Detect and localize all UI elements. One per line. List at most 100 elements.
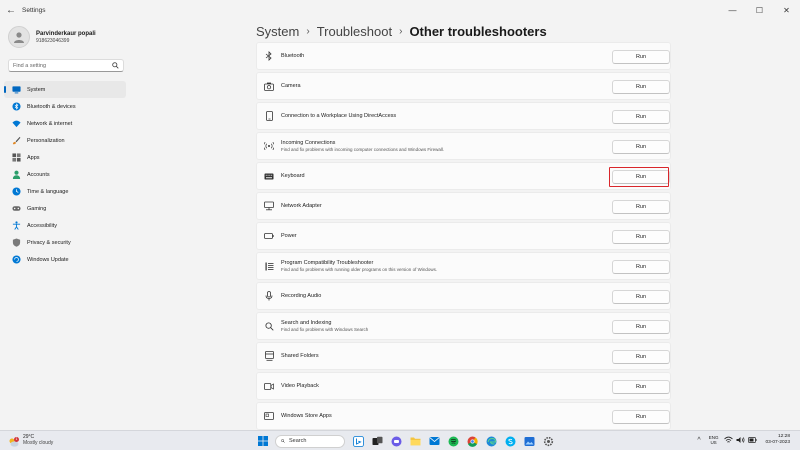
sidebar-item-label: Accounts <box>27 171 50 178</box>
person-icon <box>14 32 24 43</box>
sidebar-item-label: Time & language <box>27 188 69 195</box>
network-adapter-icon <box>264 201 274 211</box>
run-windows-store-apps-button[interactable]: Run <box>612 410 670 424</box>
bing-icon[interactable] <box>351 434 365 448</box>
store-icon <box>264 412 274 420</box>
user-profile[interactable]: Parvinderkaur popali 918623046399 <box>8 26 96 48</box>
taskbar-search[interactable] <box>275 434 345 448</box>
sidebar-item-system[interactable]: System <box>4 81 126 98</box>
maximize-button[interactable]: ☐ <box>746 0 773 20</box>
chrome-icon[interactable] <box>465 434 479 448</box>
mail-icon[interactable] <box>427 434 441 448</box>
sidebar-item-personalization[interactable]: Personalization <box>4 132 126 149</box>
troubleshooter-list: Bluetooth Run Camera Run Connection to a… <box>256 42 671 430</box>
run-camera-button[interactable]: Run <box>612 80 670 94</box>
search-input[interactable] <box>13 62 112 69</box>
list-icon <box>265 262 273 270</box>
profile-phone: 918623046399 <box>36 37 70 44</box>
edge-icon[interactable] <box>484 434 498 448</box>
search-icon <box>281 439 285 443</box>
wifi-status-icon[interactable] <box>724 436 734 445</box>
troubleshooter-row-search-indexing: Search and Indexing Find and fix problem… <box>256 312 671 340</box>
windows-start-icon[interactable] <box>256 434 270 448</box>
troubleshooter-row-power: Power Run <box>256 222 671 250</box>
globe-clock-icon <box>12 187 21 196</box>
close-button[interactable]: ✕ <box>773 0 800 20</box>
back-arrow-icon[interactable]: ← <box>0 5 22 16</box>
breadcrumb-system[interactable]: System <box>256 24 299 39</box>
camera-icon <box>264 82 274 91</box>
brush-icon <box>12 136 21 145</box>
sidebar-item-time-language[interactable]: Time & language <box>4 183 126 200</box>
sidebar: Parvinderkaur popali 918623046399 System… <box>0 20 130 430</box>
minimize-button[interactable]: — <box>719 0 746 20</box>
settings-gear-icon[interactable] <box>541 434 555 448</box>
sidebar-item-gaming[interactable]: Gaming <box>4 200 126 217</box>
troubleshooter-row-camera: Camera Run <box>256 72 671 100</box>
bluetooth-icon <box>12 102 21 111</box>
page-title: Other troubleshooters <box>409 24 547 39</box>
task-view-icon[interactable] <box>370 434 384 448</box>
sidebar-item-label: Personalization <box>27 137 65 144</box>
spotify-icon[interactable] <box>446 434 460 448</box>
monitor-icon <box>12 86 21 94</box>
sidebar-item-label: Network & internet <box>27 120 73 127</box>
clock[interactable]: 12:28 03-07-2023 <box>765 434 790 446</box>
run-incoming-connections-button[interactable]: Run <box>612 140 670 154</box>
skype-icon[interactable] <box>503 434 517 448</box>
sidebar-item-privacy-security[interactable]: Privacy & security <box>4 234 126 251</box>
run-bluetooth-button[interactable]: Run <box>612 50 670 64</box>
avatar <box>8 26 30 48</box>
microphone-icon <box>265 291 273 301</box>
wifi-icon <box>12 120 21 128</box>
clock-date: 03-07-2023 <box>765 440 790 445</box>
apps-icon <box>12 153 21 162</box>
language-indicator[interactable]: ENG US <box>709 435 719 446</box>
settings-search-box[interactable] <box>8 59 124 72</box>
troubleshooter-row-windows-store-apps: Windows Store Apps Run <box>256 402 671 430</box>
run-network-adapter-button[interactable]: Run <box>612 200 670 214</box>
window-title: Settings <box>22 6 46 14</box>
run-keyboard-button[interactable]: Run <box>612 170 670 184</box>
breadcrumb-troubleshoot[interactable]: Troubleshoot <box>317 24 392 39</box>
troubleshooter-row-incoming-connections: Incoming Connections Find and fix proble… <box>256 132 671 160</box>
sidebar-item-label: Privacy & security <box>27 239 71 246</box>
shield-icon <box>12 238 21 247</box>
photos-icon[interactable] <box>522 434 536 448</box>
file-explorer-icon[interactable] <box>408 434 422 448</box>
run-recording-audio-button[interactable]: Run <box>612 290 670 304</box>
chevron-up-icon[interactable]: ^ <box>697 437 700 444</box>
weather-widget[interactable]: 1 29°C Mostly cloudy <box>8 434 54 447</box>
notification-badge: 1 <box>14 436 19 442</box>
run-search-indexing-button[interactable]: Run <box>612 320 670 334</box>
sidebar-item-bluetooth[interactable]: Bluetooth & devices <box>4 98 126 115</box>
run-power-button[interactable]: Run <box>612 230 670 244</box>
sidebar-item-windows-update[interactable]: Windows Update <box>4 251 126 268</box>
sidebar-item-label: Gaming <box>27 205 47 212</box>
sidebar-item-apps[interactable]: Apps <box>4 149 126 166</box>
sidebar-item-network[interactable]: Network & internet <box>4 115 126 132</box>
taskbar-search-input[interactable] <box>289 438 339 444</box>
accessibility-icon <box>12 221 21 230</box>
run-shared-folders-button[interactable]: Run <box>612 350 670 364</box>
run-program-compatibility-button[interactable]: Run <box>612 260 670 274</box>
chat-icon[interactable] <box>389 434 403 448</box>
phone-device-icon <box>265 111 273 121</box>
antenna-icon <box>264 141 274 151</box>
troubleshooter-row-network-adapter: Network Adapter Run <box>256 192 671 220</box>
video-icon <box>264 382 274 390</box>
sidebar-item-label: System <box>27 86 46 93</box>
run-directaccess-button[interactable]: Run <box>612 110 670 124</box>
volume-icon[interactable] <box>736 436 745 445</box>
system-tray: ^ ENG US 12:28 03-07-2023 <box>697 434 790 446</box>
troubleshooter-row-directaccess: Connection to a Workplace Using DirectAc… <box>256 102 671 130</box>
sidebar-nav: System Bluetooth & devices Network & int… <box>4 81 126 268</box>
run-video-playback-button[interactable]: Run <box>612 380 670 394</box>
sidebar-item-label: Accessibility <box>27 222 57 229</box>
sidebar-item-accounts[interactable]: Accounts <box>4 166 126 183</box>
sidebar-item-label: Bluetooth & devices <box>27 103 76 110</box>
weather-condition: Mostly cloudy <box>23 440 54 446</box>
gamepad-icon <box>12 206 21 211</box>
sidebar-item-accessibility[interactable]: Accessibility <box>4 217 126 234</box>
battery-status-icon[interactable] <box>748 436 757 445</box>
